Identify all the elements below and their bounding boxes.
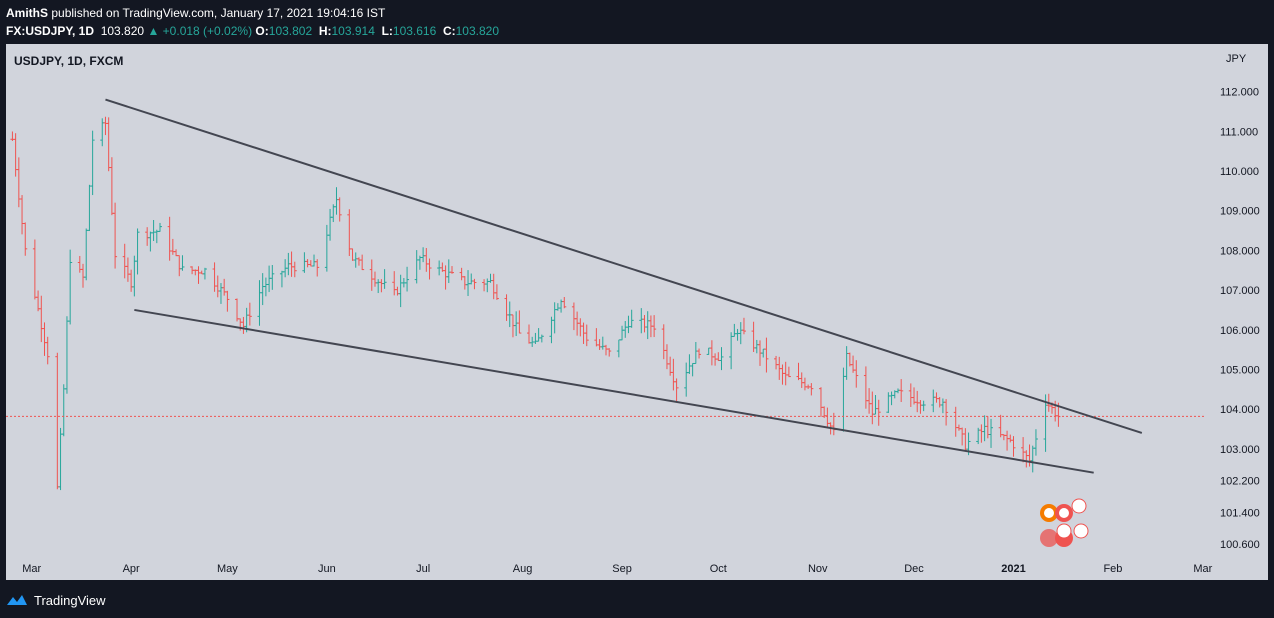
publish-info: published on TradingView.com, January 17… xyxy=(51,6,386,20)
time-tick-label: Oct xyxy=(710,563,727,575)
price-tick-label: 109.000 xyxy=(1220,206,1260,218)
price-tick-label: 112.000 xyxy=(1220,87,1259,99)
time-tick-label: Jun xyxy=(318,563,336,575)
last-price: 103.820 xyxy=(100,24,145,38)
open-value: 103.802 xyxy=(268,24,313,38)
price-tick-label: 111.000 xyxy=(1220,126,1258,138)
event-count-badge[interactable] xyxy=(1073,523,1089,539)
event-count-badge[interactable] xyxy=(1071,498,1087,514)
price-tick-label: 101.400 xyxy=(1220,507,1260,519)
price-tick-label: 104.000 xyxy=(1220,404,1260,416)
brand-name[interactable]: TradingView xyxy=(34,593,106,608)
price-tick-label: 106.000 xyxy=(1220,325,1260,337)
author-name[interactable]: AmithS xyxy=(6,6,48,20)
time-tick-label: Apr xyxy=(123,563,140,575)
open-label: O: xyxy=(255,24,269,38)
time-tick-label: Mar xyxy=(22,563,41,575)
price-tick-label: 108.000 xyxy=(1220,245,1260,257)
chart-panel[interactable]: 112.000 111.000 110.000 109.000 108.000 107.0… xyxy=(6,44,1268,580)
price-tick-label: 110.000 xyxy=(1220,166,1259,178)
low-value: 103.616 xyxy=(392,24,437,38)
symbol-label: FX:USDJPY, 1D xyxy=(6,24,95,38)
tradingview-logo-icon[interactable] xyxy=(6,593,28,607)
price-tick-label: 107.000 xyxy=(1220,285,1260,297)
price-tick-label: 103.000 xyxy=(1220,444,1260,456)
high-value: 103.914 xyxy=(331,24,375,38)
time-tick-label: Jul xyxy=(416,563,430,575)
price-change: +0.018 (+0.02%) xyxy=(162,24,253,38)
price-tick-label: 102.200 xyxy=(1220,476,1260,488)
low-label: L: xyxy=(381,24,393,38)
event-icon-inner xyxy=(1059,508,1069,518)
chart-symbol-label: USDJPY, 1D, FXCM xyxy=(14,54,123,68)
close-label: C: xyxy=(442,24,456,38)
time-tick-label: Feb xyxy=(1103,563,1122,575)
time-tick-label: Dec xyxy=(904,563,924,575)
time-tick-label: Mar xyxy=(1193,563,1212,575)
footer: TradingView xyxy=(6,591,106,609)
time-tick-label: May xyxy=(217,563,238,575)
price-chart[interactable]: 112.000 111.000 110.000 109.000 108.000 107.0… xyxy=(6,44,1268,580)
time-tick-label: Aug xyxy=(513,563,533,575)
chart-header: AmithS published on TradingView.com, Jan… xyxy=(6,4,499,40)
time-tick-label: 2021 xyxy=(1001,563,1025,575)
time-tick-label: Nov xyxy=(808,563,828,575)
event-count-badge[interactable] xyxy=(1056,523,1072,539)
price-tick-label: 100.600 xyxy=(1220,539,1260,551)
quote-line: FX:USDJPY, 1D 103.820 ▲ +0.018 (+0.02%) … xyxy=(6,22,499,40)
event-icon-inner xyxy=(1044,508,1054,518)
currency-label: JPY xyxy=(1226,53,1247,65)
close-value: 103.820 xyxy=(455,24,500,38)
change-arrow-icon: ▲ xyxy=(147,24,160,38)
publish-line: AmithS published on TradingView.com, Jan… xyxy=(6,4,499,22)
high-label: H: xyxy=(318,24,332,38)
time-tick-label: Sep xyxy=(612,563,632,575)
price-tick-label: 105.000 xyxy=(1220,364,1260,376)
